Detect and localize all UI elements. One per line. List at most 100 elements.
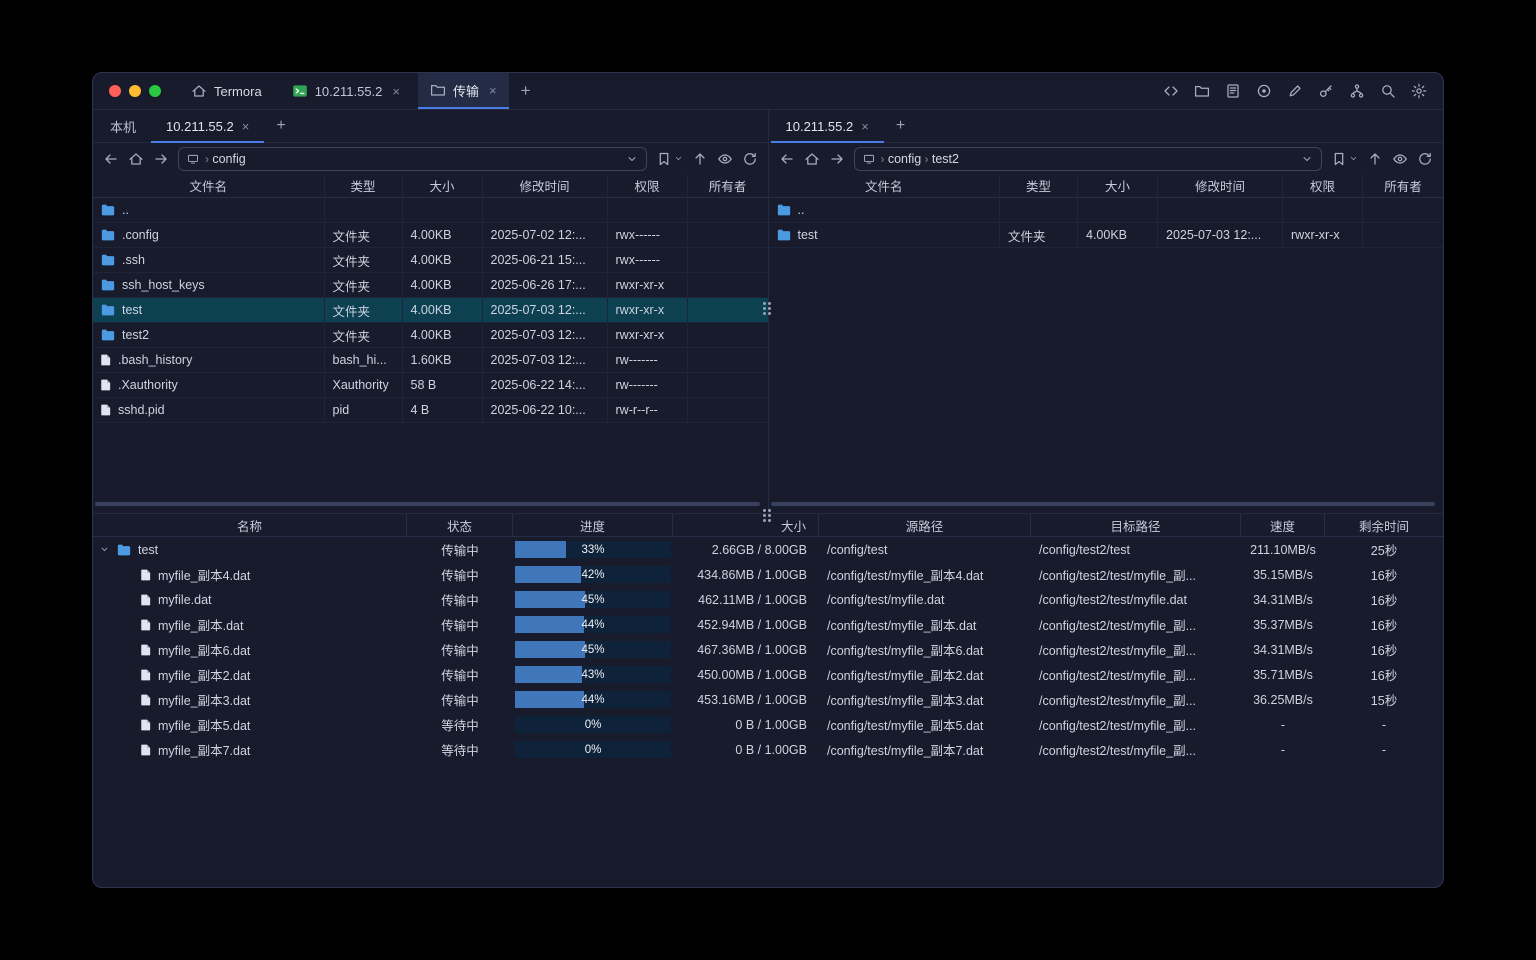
zoom-window-button[interactable] (149, 85, 161, 97)
transfer-row[interactable]: myfile_副本4.dat传输中42%434.86MB / 1.00GB/co… (93, 562, 1443, 587)
column-header[interactable]: 速度 (1241, 514, 1325, 536)
bookmark-dropdown-icon[interactable] (674, 154, 683, 163)
column-header[interactable]: 所有者 (688, 174, 768, 197)
chevron-down-icon[interactable] (1301, 153, 1313, 165)
close-window-button[interactable] (109, 85, 121, 97)
file-row[interactable]: test文件夹4.00KB2025-07-03 12:...rwxr-xr-x (93, 298, 768, 323)
column-header[interactable]: 源路径 (819, 514, 1031, 536)
breadcrumb-segment[interactable]: config (212, 152, 245, 166)
transfer-row[interactable]: myfile_副本2.dat传输中43%450.00MB / 1.00GB/co… (93, 662, 1443, 687)
progress-bar: 42% (515, 566, 671, 583)
back-button[interactable] (103, 151, 119, 167)
refresh-button[interactable] (742, 151, 758, 167)
chevron-down-icon[interactable] (626, 153, 638, 165)
new-tab-button[interactable]: + (509, 73, 543, 109)
close-tab-icon[interactable]: × (489, 83, 497, 98)
file-row[interactable]: .. (769, 198, 1444, 223)
code-icon[interactable] (1163, 83, 1179, 99)
file-row[interactable]: .XauthorityXauthority58 B2025-06-22 14:.… (93, 373, 768, 398)
parent-directory-button[interactable] (1367, 151, 1383, 167)
horizontal-scrollbar[interactable] (771, 502, 1436, 506)
file-row[interactable]: test2文件夹4.00KB2025-07-03 12:...rwxr-xr-x (93, 323, 768, 348)
file-name-cell: .. (93, 198, 325, 222)
settings-icon[interactable] (1411, 83, 1427, 99)
path-breadcrumb[interactable]: › config (178, 147, 647, 171)
column-header[interactable]: 类型 (325, 174, 403, 197)
home-button[interactable] (128, 151, 144, 167)
bookmark-dropdown-icon[interactable] (1349, 154, 1358, 163)
transfer-name-cell: myfile.dat (93, 593, 407, 607)
column-header[interactable]: 类型 (1000, 174, 1078, 197)
close-tab-icon[interactable]: × (242, 119, 250, 134)
column-header[interactable]: 状态 (407, 514, 513, 536)
pane-tab-remote[interactable]: 10.211.55.2 × (771, 110, 884, 142)
transfer-row[interactable]: myfile.dat传输中45%462.11MB / 1.00GB/config… (93, 587, 1443, 612)
edit-icon[interactable] (1287, 83, 1303, 99)
close-tab-icon[interactable]: × (392, 84, 400, 99)
bookmark-button[interactable] (1331, 151, 1347, 167)
column-header[interactable]: 所有者 (1363, 174, 1443, 197)
breadcrumb-segment[interactable]: test2 (932, 152, 959, 166)
bookmark-button[interactable] (656, 151, 672, 167)
column-header[interactable]: 文件名 (769, 174, 1001, 197)
tab-session-10-211-55-2[interactable]: 10.211.55.2 × (280, 73, 412, 109)
vertical-splitter-handle[interactable] (763, 302, 771, 315)
column-header[interactable]: 修改时间 (1158, 174, 1283, 197)
path-breadcrumb[interactable]: › config › test2 (854, 147, 1323, 171)
tab-transfer[interactable]: 传输 × (418, 73, 509, 109)
column-header[interactable]: 大小 (403, 174, 483, 197)
transfer-source-path: /config/test/myfile_副本5.dat (819, 715, 1031, 734)
pane-tab-local[interactable]: 本机 (95, 110, 151, 142)
file-row[interactable]: .config文件夹4.00KB2025-07-02 12:...rwx----… (93, 223, 768, 248)
record-icon[interactable] (1256, 83, 1272, 99)
tree-expand-icon[interactable] (99, 544, 110, 555)
new-pane-tab-button[interactable]: + (264, 110, 297, 142)
column-header[interactable]: 进度 (513, 514, 673, 536)
column-header[interactable]: 目标路径 (1031, 514, 1241, 536)
show-hidden-button[interactable] (1392, 151, 1408, 167)
refresh-button[interactable] (1417, 151, 1433, 167)
file-row[interactable]: ssh_host_keys文件夹4.00KB2025-06-26 17:...r… (93, 273, 768, 298)
key-icon[interactable] (1318, 83, 1334, 99)
file-row[interactable]: .ssh文件夹4.00KB2025-06-21 15:...rwx------ (93, 248, 768, 273)
file-row[interactable]: sshd.pidpid4 B2025-06-22 10:...rw-r--r-- (93, 398, 768, 423)
app-home-tab[interactable]: Termora (179, 73, 274, 109)
close-tab-icon[interactable]: × (861, 119, 869, 134)
column-header[interactable]: 大小 (1078, 174, 1158, 197)
file-row[interactable]: .. (93, 198, 768, 223)
horizontal-splitter-handle[interactable] (763, 509, 771, 522)
horizontal-scrollbar[interactable] (95, 502, 760, 506)
column-header[interactable]: 修改时间 (483, 174, 608, 197)
forward-button[interactable] (829, 151, 845, 167)
pane-tab-remote[interactable]: 10.211.55.2 × (151, 110, 264, 142)
transfer-name-cell: myfile_副本4.dat (93, 565, 407, 584)
column-header[interactable]: 名称 (93, 514, 407, 536)
branch-icon[interactable] (1349, 83, 1365, 99)
show-hidden-button[interactable] (717, 151, 733, 167)
new-pane-tab-button[interactable]: + (884, 110, 917, 142)
column-header[interactable]: 权限 (1283, 174, 1363, 197)
file-row[interactable]: test文件夹4.00KB2025-07-03 12:...rwxr-xr-x (769, 223, 1444, 248)
minimize-window-button[interactable] (129, 85, 141, 97)
column-header[interactable]: 文件名 (93, 174, 325, 197)
home-button[interactable] (804, 151, 820, 167)
transfer-row[interactable]: test传输中33%2.66GB / 8.00GB/config/test/co… (93, 537, 1443, 562)
breadcrumb-segment[interactable]: config (888, 152, 921, 166)
column-header[interactable]: 大小 (673, 514, 819, 536)
file-cell (483, 198, 608, 222)
column-header[interactable]: 剩余时间 (1325, 514, 1443, 536)
search-icon[interactable] (1380, 83, 1396, 99)
parent-directory-button[interactable] (692, 151, 708, 167)
forward-button[interactable] (153, 151, 169, 167)
transfer-row[interactable]: myfile_副本.dat传输中44%452.94MB / 1.00GB/con… (93, 612, 1443, 637)
file-row[interactable]: .bash_historybash_hi...1.60KB2025-07-03 … (93, 348, 768, 373)
transfer-row[interactable]: myfile_副本5.dat等待中0%0 B / 1.00GB/config/t… (93, 712, 1443, 737)
transfer-row[interactable]: myfile_副本7.dat等待中0%0 B / 1.00GB/config/t… (93, 737, 1443, 762)
back-button[interactable] (779, 151, 795, 167)
log-icon[interactable] (1225, 83, 1241, 99)
transfer-row[interactable]: myfile_副本6.dat传输中45%467.36MB / 1.00GB/co… (93, 637, 1443, 662)
progress-label: 45% (515, 591, 671, 608)
column-header[interactable]: 权限 (608, 174, 688, 197)
transfer-row[interactable]: myfile_副本3.dat传输中44%453.16MB / 1.00GB/co… (93, 687, 1443, 712)
folder-icon[interactable] (1194, 83, 1210, 99)
